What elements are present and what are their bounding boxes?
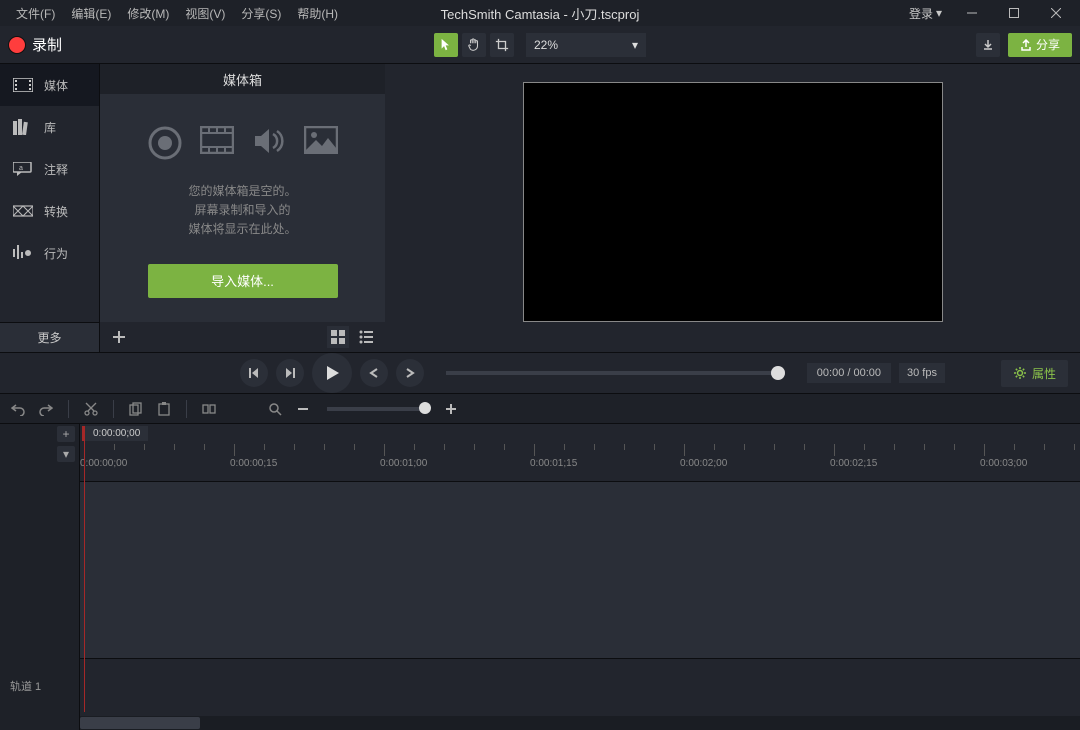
- menubar: 文件(F) 编辑(E) 修改(M) 视图(V) 分享(S) 帮助(H) Tech…: [0, 0, 1080, 26]
- media-panel: 媒体箱 您的媒体箱是空的。 屏幕录制和导入的 媒体将显示在此处。 导入媒体...: [100, 64, 385, 352]
- menu-share[interactable]: 分享(S): [233, 1, 289, 26]
- track-1-label[interactable]: 轨道 1: [10, 678, 41, 694]
- app-title: TechSmith Camtasia - 小刀.tscproj: [441, 4, 640, 23]
- prev-frame-button[interactable]: [240, 359, 268, 387]
- playhead-line[interactable]: [84, 426, 85, 712]
- timeline-ruler[interactable]: 0:00:00;000:00:00;150:00:01;000:00:01;15…: [80, 444, 1080, 482]
- close-button[interactable]: [1038, 0, 1074, 26]
- add-track-button[interactable]: +: [57, 426, 75, 442]
- media-type-icons: [148, 126, 338, 160]
- zoom-out-button[interactable]: [293, 399, 313, 419]
- next-frame-button[interactable]: [276, 359, 304, 387]
- chevron-down-icon: ▾: [936, 6, 942, 20]
- cut-button[interactable]: [81, 399, 101, 419]
- seek-knob[interactable]: [771, 366, 785, 380]
- step-back-button[interactable]: [360, 359, 388, 387]
- toolbar: 录制 22% ▾ 分享: [0, 26, 1080, 64]
- playhead-time[interactable]: 0:00:00;00: [82, 426, 148, 441]
- video-type-icon: [200, 126, 234, 160]
- scrollbar-thumb[interactable]: [80, 717, 200, 729]
- sidebar-item-transitions[interactable]: 转换: [0, 190, 99, 232]
- transition-icon: [12, 204, 34, 218]
- menu-modify[interactable]: 修改(M): [119, 1, 177, 26]
- add-media-button[interactable]: [108, 326, 130, 348]
- media-empty-text: 您的媒体箱是空的。 屏幕录制和导入的 媒体将显示在此处。: [188, 182, 296, 240]
- main-area: 媒体 库 a 注释 转换 行为 更多 媒体箱: [0, 64, 1080, 352]
- share-icon: [1020, 39, 1032, 51]
- crop-tool-button[interactable]: [490, 33, 514, 57]
- paste-button[interactable]: [154, 399, 174, 419]
- pan-tool-button[interactable]: [462, 33, 486, 57]
- timeline-zoom-slider[interactable]: [327, 407, 427, 411]
- gear-icon: [1013, 366, 1027, 380]
- media-panel-title: 媒体箱: [100, 64, 385, 94]
- library-icon: [12, 119, 34, 135]
- seek-slider[interactable]: [446, 371, 785, 375]
- track-1-row[interactable]: [80, 658, 1080, 712]
- properties-button[interactable]: 属性: [1001, 360, 1068, 387]
- grid-view-button[interactable]: [327, 326, 349, 348]
- maximize-button[interactable]: [996, 0, 1032, 26]
- image-type-icon: [304, 126, 338, 160]
- menu-help[interactable]: 帮助(H): [289, 1, 346, 26]
- annotation-icon: a: [12, 162, 34, 176]
- record-icon: [8, 36, 26, 54]
- undo-button[interactable]: [8, 399, 28, 419]
- list-view-button[interactable]: [355, 326, 377, 348]
- fps-display[interactable]: 30 fps: [899, 363, 945, 383]
- record-button[interactable]: 录制: [8, 34, 62, 55]
- behavior-icon: [12, 245, 34, 261]
- timeline: + ▾ 轨道 1 0:00:00;00 0:00:00;000:00:00;15…: [0, 424, 1080, 730]
- media-icon: [12, 78, 34, 92]
- timeline-tools: [0, 394, 1080, 424]
- playback-bar: 00:00 / 00:00 30 fps 属性: [0, 352, 1080, 394]
- track-area[interactable]: [80, 482, 1080, 712]
- sidebar-item-media[interactable]: 媒体: [0, 64, 99, 106]
- split-button[interactable]: [199, 399, 219, 419]
- step-forward-button[interactable]: [396, 359, 424, 387]
- menu-edit[interactable]: 编辑(E): [63, 1, 119, 26]
- menu-file[interactable]: 文件(F): [8, 1, 63, 26]
- menu-view[interactable]: 视图(V): [177, 1, 233, 26]
- redo-button[interactable]: [36, 399, 56, 419]
- record-type-icon: [148, 126, 182, 160]
- import-media-button[interactable]: 导入媒体...: [148, 264, 338, 298]
- sidebar-item-behaviors[interactable]: 行为: [0, 232, 99, 274]
- sidebar: 媒体 库 a 注释 转换 行为 更多: [0, 64, 100, 352]
- login-button[interactable]: 登录 ▾: [909, 5, 948, 22]
- timeline-scrollbar[interactable]: [80, 716, 1080, 730]
- copy-button[interactable]: [126, 399, 146, 419]
- preview-canvas[interactable]: [523, 82, 943, 322]
- timeline-tracks-header: + ▾ 轨道 1: [0, 424, 80, 730]
- sidebar-more-button[interactable]: 更多: [0, 322, 99, 352]
- audio-type-icon: [252, 126, 286, 160]
- play-button[interactable]: [312, 353, 352, 393]
- svg-text:a: a: [19, 165, 23, 172]
- time-display: 00:00 / 00:00: [807, 363, 891, 383]
- timeline-area[interactable]: 0:00:00;00 0:00:00;000:00:00;150:00:01;0…: [80, 424, 1080, 730]
- zoom-select[interactable]: 22% ▾: [526, 33, 646, 57]
- cursor-tool-button[interactable]: [434, 33, 458, 57]
- share-button[interactable]: 分享: [1008, 33, 1072, 57]
- preview-area: [385, 64, 1080, 352]
- chevron-down-icon: ▾: [632, 38, 638, 52]
- sidebar-item-annotations[interactable]: a 注释: [0, 148, 99, 190]
- minimize-button[interactable]: [954, 0, 990, 26]
- track-collapse-button[interactable]: ▾: [57, 446, 75, 462]
- zoom-in-button[interactable]: [441, 399, 461, 419]
- zoom-search-icon: [265, 399, 285, 419]
- download-button[interactable]: [976, 33, 1000, 57]
- sidebar-item-library[interactable]: 库: [0, 106, 99, 148]
- zoom-knob[interactable]: [419, 402, 431, 414]
